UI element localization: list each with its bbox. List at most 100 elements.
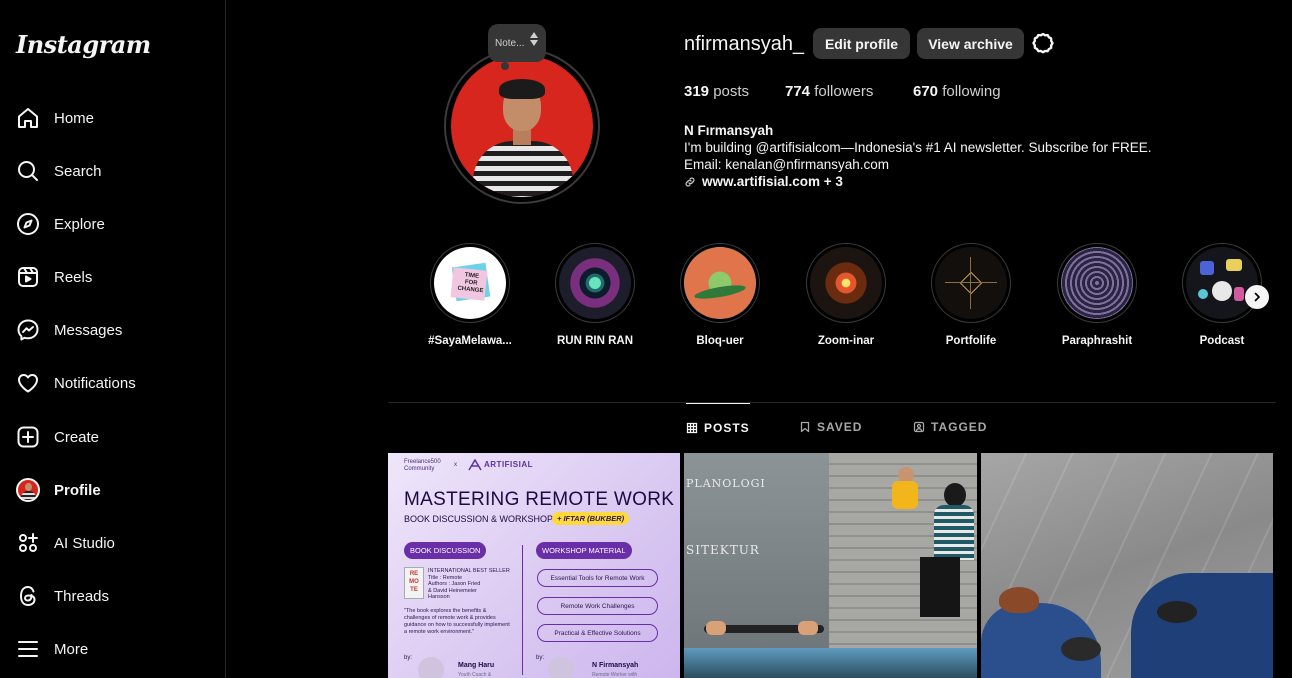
profile-username: nfirmansyah_: [684, 33, 805, 55]
post-tile[interactable]: Freelance500 Community x ARTIFISIAL MAST…: [388, 453, 680, 678]
note-bubble[interactable]: Note...: [488, 24, 546, 62]
artifisial-logo-icon: [468, 459, 482, 471]
menu-icon: [15, 636, 41, 662]
speaker-name: N Firmansyah: [592, 662, 639, 669]
speaker-role: Youth Coach &: [458, 672, 492, 678]
sidebar-item-threads[interactable]: Threads: [0, 572, 225, 620]
highlight-label: Podcast: [1199, 335, 1245, 347]
sidebar-item-messages[interactable]: Messages: [0, 306, 225, 354]
posts-count: 319 posts: [684, 83, 749, 100]
sidebar: Instagram Home Search Explore Reels Mess…: [0, 0, 226, 678]
post-by: by:: [536, 655, 545, 661]
tagged-icon: [913, 421, 925, 433]
post-left-label: BOOK DISCUSSION: [404, 542, 487, 559]
highlights-next-button[interactable]: [1245, 285, 1269, 309]
instagram-logo[interactable]: Instagram: [16, 30, 151, 59]
bio-link[interactable]: www.artifisial.com + 3: [684, 173, 1152, 190]
highlight-label: #SayaMelawa...: [428, 335, 512, 347]
link-icon: [685, 177, 695, 186]
highlight-label: Zoom-inar: [817, 335, 875, 347]
sidebar-item-reels[interactable]: Reels: [0, 253, 225, 301]
sidebar-item-home[interactable]: Home: [0, 94, 225, 142]
story-highlight[interactable]: Bloq-uer: [680, 243, 760, 347]
chevron-right-icon: [1254, 292, 1260, 302]
speaker-avatar: [548, 657, 574, 678]
highlight-label: RUN RIN RAN: [556, 335, 634, 347]
story-highlight[interactable]: Paraphrashit: [1057, 243, 1137, 347]
post-book-cover: RE MO TE: [404, 567, 424, 599]
post-pill: + IFTAR (BUKBER): [552, 512, 630, 525]
profile-picture[interactable]: [451, 55, 593, 197]
post-desc: "The book explores the benefits & challe…: [404, 608, 510, 635]
following-label: following: [942, 83, 1001, 100]
highlight-cover: [1061, 247, 1133, 319]
sidebar-item-label: Threads: [54, 587, 110, 605]
highlight-cover: TIME FOR CHANGE: [434, 247, 506, 319]
sidebar-item-search[interactable]: Search: [0, 147, 225, 195]
photo-shoe: [999, 587, 1039, 613]
edit-profile-button[interactable]: Edit profile: [813, 28, 910, 59]
photo-hand: [798, 621, 818, 635]
compass-icon: [15, 211, 41, 237]
view-archive-button[interactable]: View archive: [917, 28, 1024, 59]
bio-line: I'm building @artifisialcom—Indonesia's …: [684, 140, 1152, 155]
post-tile[interactable]: [981, 453, 1273, 678]
sidebar-item-more[interactable]: More: [0, 625, 225, 673]
highlight-cover: [559, 247, 631, 319]
following-count[interactable]: 670 following: [913, 83, 1001, 100]
sidebar-item-profile[interactable]: Profile: [0, 466, 225, 514]
grid-icon: [686, 422, 698, 433]
sidebar-item-label: Create: [54, 428, 100, 446]
sidebar-item-ai-studio[interactable]: AI Studio: [0, 519, 225, 567]
followers-count[interactable]: 774 followers: [785, 83, 873, 100]
post-community-text: Freelance500 Community: [404, 459, 441, 473]
home-icon: [15, 105, 41, 131]
profile-full-name: N Fırmansyah: [684, 123, 774, 138]
photo-shoe: [1157, 601, 1197, 623]
story-highlight[interactable]: TIME FOR CHANGE #SayaMelawa...: [428, 243, 512, 347]
sidebar-item-notifications[interactable]: Notifications: [0, 359, 225, 407]
bio-email: Email: kenalan@nfirmansyah.com: [684, 157, 890, 172]
tab-tagged[interactable]: TAGGED: [913, 403, 987, 451]
post-x: x: [454, 462, 457, 468]
followers-number: 774: [785, 83, 811, 100]
sidebar-item-create[interactable]: Create: [0, 413, 225, 461]
posts-label: posts: [713, 83, 750, 100]
settings-gear-icon[interactable]: [1030, 31, 1056, 57]
sidebar-item-label: Reels: [54, 268, 93, 286]
story-highlight[interactable]: Zoom-inar: [806, 243, 886, 347]
sidebar-item-label: Notifications: [54, 374, 136, 392]
post-workshop-item: Remote Work Challenges: [537, 597, 658, 615]
threads-icon: [15, 583, 41, 609]
post-right-label: WORKSHOP MATERIAL: [536, 542, 632, 559]
reels-icon: [15, 264, 41, 290]
highlight-cover: [810, 247, 882, 319]
post-tile[interactable]: PLANOLOGI SITEKTUR: [684, 453, 977, 678]
followers-label: followers: [814, 83, 874, 100]
profile-picture-hair: [499, 79, 545, 99]
post-community: Freelance500 Community: [404, 459, 441, 472]
story-highlight[interactable]: RUN RIN RAN: [555, 243, 635, 347]
story-highlight[interactable]: Portfolife: [931, 243, 1011, 347]
photo-shoe: [1061, 637, 1101, 661]
post-divider: [522, 545, 523, 675]
post-brand: ARTIFISIAL: [484, 460, 533, 469]
note-bubble-tail: [501, 62, 509, 70]
post-book-authors-3: Hansson: [428, 594, 450, 600]
profile-picture-shirt: [473, 141, 573, 197]
note-text: Note...: [495, 37, 525, 49]
tab-label: SAVED: [817, 420, 863, 434]
tab-saved[interactable]: SAVED: [799, 403, 862, 451]
bio-link-text: www.artifisial.com + 3: [702, 174, 843, 189]
post-by: by:: [404, 655, 413, 661]
speaker-avatar: [418, 657, 444, 678]
tab-posts[interactable]: POSTS: [686, 403, 750, 451]
photo-child-shirt: [892, 481, 918, 509]
post-title: MASTERING REMOTE WORK: [404, 489, 675, 510]
photo-sign-text: PLANOLOGI: [686, 477, 766, 490]
heart-icon: [15, 370, 41, 396]
highlight-cover: [1186, 247, 1258, 319]
tab-label: POSTS: [704, 420, 750, 435]
photo-jeans: [1131, 573, 1273, 678]
sidebar-item-explore[interactable]: Explore: [0, 200, 225, 248]
